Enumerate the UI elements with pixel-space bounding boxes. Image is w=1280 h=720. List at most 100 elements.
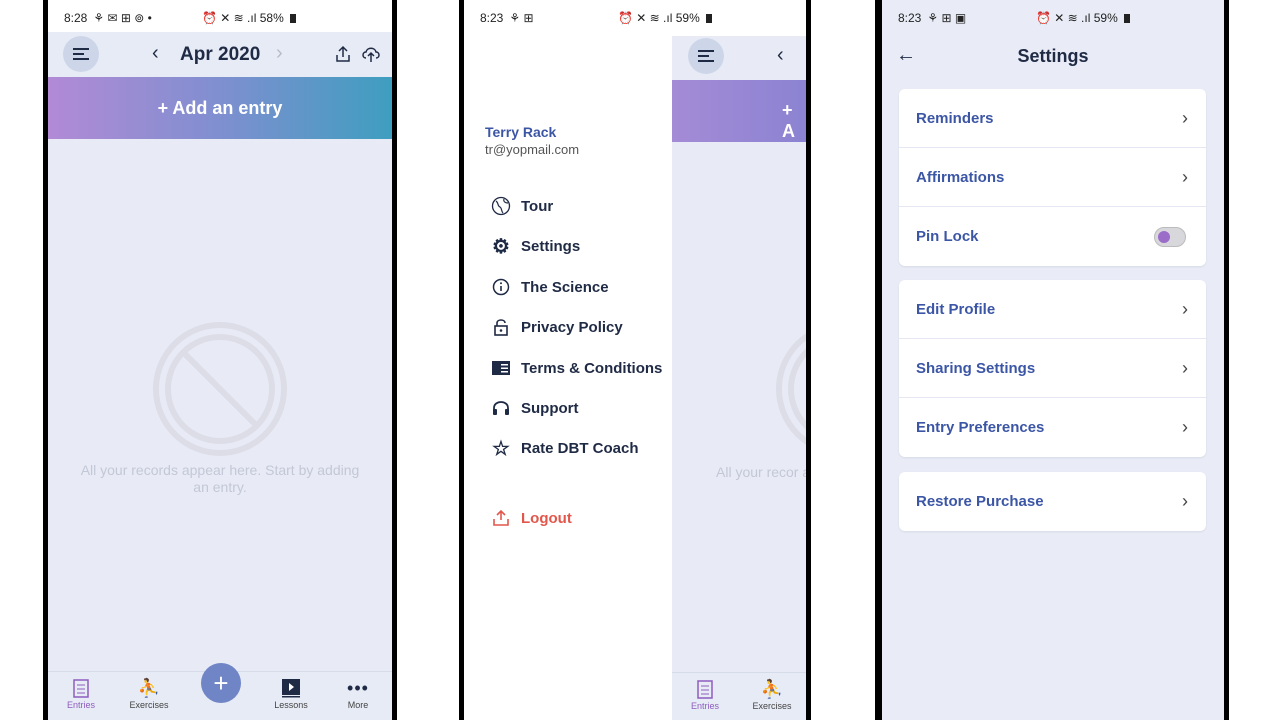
back-button[interactable]: ← bbox=[896, 44, 916, 67]
status-right: ⏰ ✕ ≋ .ıl 58% bbox=[202, 11, 296, 25]
status-bar: 8:23 ⚘ ⊞ ▣ ⏰ ✕ ≋ .ıl 59% bbox=[882, 0, 1224, 36]
empty-state-text: All your records appear here. Start by a… bbox=[80, 462, 360, 495]
drawer-item-privacy[interactable]: Privacy Policy bbox=[491, 317, 623, 337]
chevron-right-icon: › bbox=[1182, 491, 1188, 511]
nav-lessons[interactable]: Lessons bbox=[261, 676, 321, 710]
exercises-icon: ⛹ bbox=[760, 678, 784, 699]
row-label: Pin Lock bbox=[916, 228, 979, 245]
row-label: Sharing Settings bbox=[916, 359, 1036, 377]
settings-row-sharing[interactable]: Sharing Settings › bbox=[899, 339, 1206, 398]
pin-lock-toggle[interactable] bbox=[1154, 226, 1186, 247]
chevron-right-icon: › bbox=[1182, 107, 1188, 128]
empty-state-icon bbox=[153, 322, 287, 456]
nav-more[interactable]: ••• More bbox=[328, 676, 388, 711]
chevron-right-icon: › bbox=[1182, 417, 1188, 437]
nav-entries-label: Entries bbox=[690, 701, 719, 711]
next-month-button[interactable]: › bbox=[276, 42, 283, 65]
bottom-nav: Entries ⛹ Exercises bbox=[672, 672, 806, 720]
settings-header: Settings ← bbox=[882, 36, 1224, 76]
exercises-icon: ⛹ bbox=[137, 677, 161, 698]
settings-row-edit-profile[interactable]: Edit Profile › bbox=[899, 280, 1206, 339]
status-icons: ⚘ ⊞ bbox=[509, 11, 534, 25]
chevron-right-icon: › bbox=[1182, 357, 1188, 378]
settings-screen: 8:23 ⚘ ⊞ ▣ ⏰ ✕ ≋ .ıl 59% Settings ← Remi… bbox=[882, 0, 1224, 720]
nav-lessons-label: Lessons bbox=[274, 700, 308, 710]
prev-month-button[interactable]: ‹ bbox=[152, 42, 159, 65]
status-right: ⏰ ✕ ≋ .ıl 59% bbox=[618, 11, 712, 25]
drawer-item-label: The Science bbox=[521, 278, 609, 296]
drawer-item-rate[interactable]: ☆ Rate DBT Coach bbox=[491, 437, 639, 460]
chevron-right-icon: › bbox=[1182, 298, 1188, 319]
row-label: Restore Purchase bbox=[916, 493, 1044, 510]
menu-icon bbox=[73, 48, 89, 60]
settings-row-entry-preferences[interactable]: Entry Preferences › bbox=[899, 398, 1206, 457]
lock-icon bbox=[491, 317, 511, 337]
profile-email: tr@yopmail.com bbox=[485, 142, 580, 157]
settings-group-2: Edit Profile › Sharing Settings › Entry … bbox=[899, 280, 1206, 457]
settings-row-reminders[interactable]: Reminders › bbox=[899, 89, 1206, 148]
add-entry-button[interactable]: + Add an entry bbox=[48, 77, 392, 139]
month-title: Apr 2020 bbox=[180, 44, 261, 65]
drawer-item-label: Settings bbox=[521, 237, 581, 255]
settings-group-3: Restore Purchase › bbox=[899, 472, 1206, 531]
cloud-upload-icon[interactable] bbox=[361, 45, 381, 63]
top-bar: ‹ Apr 2020 › bbox=[48, 32, 392, 77]
add-fab-button[interactable]: + bbox=[201, 663, 241, 703]
drawer-item-label: Privacy Policy bbox=[521, 318, 623, 336]
gear-icon: ⚙ bbox=[492, 235, 510, 258]
menu-button[interactable] bbox=[688, 38, 724, 74]
share-icon[interactable] bbox=[334, 45, 352, 63]
battery-icon bbox=[1123, 13, 1130, 23]
drawer-item-label: Rate DBT Coach bbox=[521, 439, 639, 457]
nav-entries-label: Entries bbox=[66, 700, 95, 710]
status-time: 8:23 bbox=[898, 11, 922, 25]
empty-state-icon bbox=[776, 333, 806, 445]
menu-icon bbox=[698, 50, 714, 62]
settings-row-restore-purchase[interactable]: Restore Purchase › bbox=[899, 472, 1206, 531]
row-label: Affirmations bbox=[916, 168, 1005, 186]
drawer-item-logout[interactable]: Logout bbox=[491, 508, 572, 528]
back-arrow-icon: ← bbox=[896, 44, 916, 66]
status-time: 8:28 bbox=[64, 11, 88, 25]
logout-icon bbox=[491, 508, 511, 528]
battery-icon bbox=[705, 13, 712, 23]
drawer-item-terms[interactable]: Terms & Conditions bbox=[491, 358, 662, 378]
nav-entries[interactable]: Entries bbox=[675, 677, 735, 711]
entries-screen: 8:28 ⚘ ✉ ⊞ ⊚ • ⏰ ✕ ≋ .ıl 58% ‹ Apr 2020 … bbox=[48, 0, 392, 720]
status-time: 8:23 bbox=[480, 11, 504, 25]
headphones-icon bbox=[491, 398, 511, 418]
status-icons: ⚘ ⊞ ▣ bbox=[927, 11, 967, 25]
settings-row-pin-lock: Pin Lock bbox=[899, 207, 1206, 266]
chevron-right-icon: › bbox=[1182, 166, 1188, 187]
entries-icon bbox=[697, 680, 713, 699]
drawer-item-label: Tour bbox=[521, 197, 554, 215]
star-icon: ☆ bbox=[492, 437, 510, 460]
add-entry-button[interactable]: + A bbox=[672, 80, 806, 142]
drawer-item-support[interactable]: Support bbox=[491, 398, 579, 418]
row-label: Reminders bbox=[916, 109, 994, 127]
nav-exercises-label: Exercises bbox=[129, 700, 169, 710]
info-icon bbox=[491, 277, 511, 297]
profile-name: Terry Rack bbox=[485, 124, 557, 140]
nav-entries[interactable]: Entries bbox=[51, 676, 111, 710]
settings-group-1: Reminders › Affirmations › Pin Lock bbox=[899, 89, 1206, 266]
toggle-knob bbox=[1158, 230, 1170, 243]
nav-exercises[interactable]: ⛹ Exercises bbox=[742, 677, 802, 712]
page-title: Settings bbox=[1017, 46, 1089, 66]
battery-icon bbox=[289, 13, 296, 23]
status-bar: 8:28 ⚘ ✉ ⊞ ⊚ • ⏰ ✕ ≋ .ıl 58% bbox=[48, 0, 392, 36]
nav-exercises[interactable]: ⛹ Exercises bbox=[119, 676, 179, 711]
status-icons: ⚘ ✉ ⊞ ⊚ • bbox=[93, 11, 152, 25]
menu-button[interactable] bbox=[63, 36, 99, 72]
drawer-item-science[interactable]: The Science bbox=[491, 277, 609, 297]
more-icon: ••• bbox=[347, 677, 369, 698]
nav-more-label: More bbox=[347, 700, 369, 710]
background-screen: ‹ + A All your recor ad Entries ⛹ Exerci… bbox=[672, 36, 806, 720]
prev-month-icon: ‹ bbox=[777, 44, 784, 66]
drawer-screen: 8:23 ⚘ ⊞ ⏰ ✕ ≋ .ıl 59% ‹ + A All your re… bbox=[464, 0, 806, 720]
entries-icon bbox=[73, 679, 89, 698]
drawer-item-settings[interactable]: ⚙ Settings bbox=[491, 235, 581, 258]
nav-exercises-label: Exercises bbox=[752, 701, 792, 711]
drawer-item-tour[interactable]: Tour bbox=[491, 196, 553, 216]
settings-row-affirmations[interactable]: Affirmations › bbox=[899, 148, 1206, 207]
